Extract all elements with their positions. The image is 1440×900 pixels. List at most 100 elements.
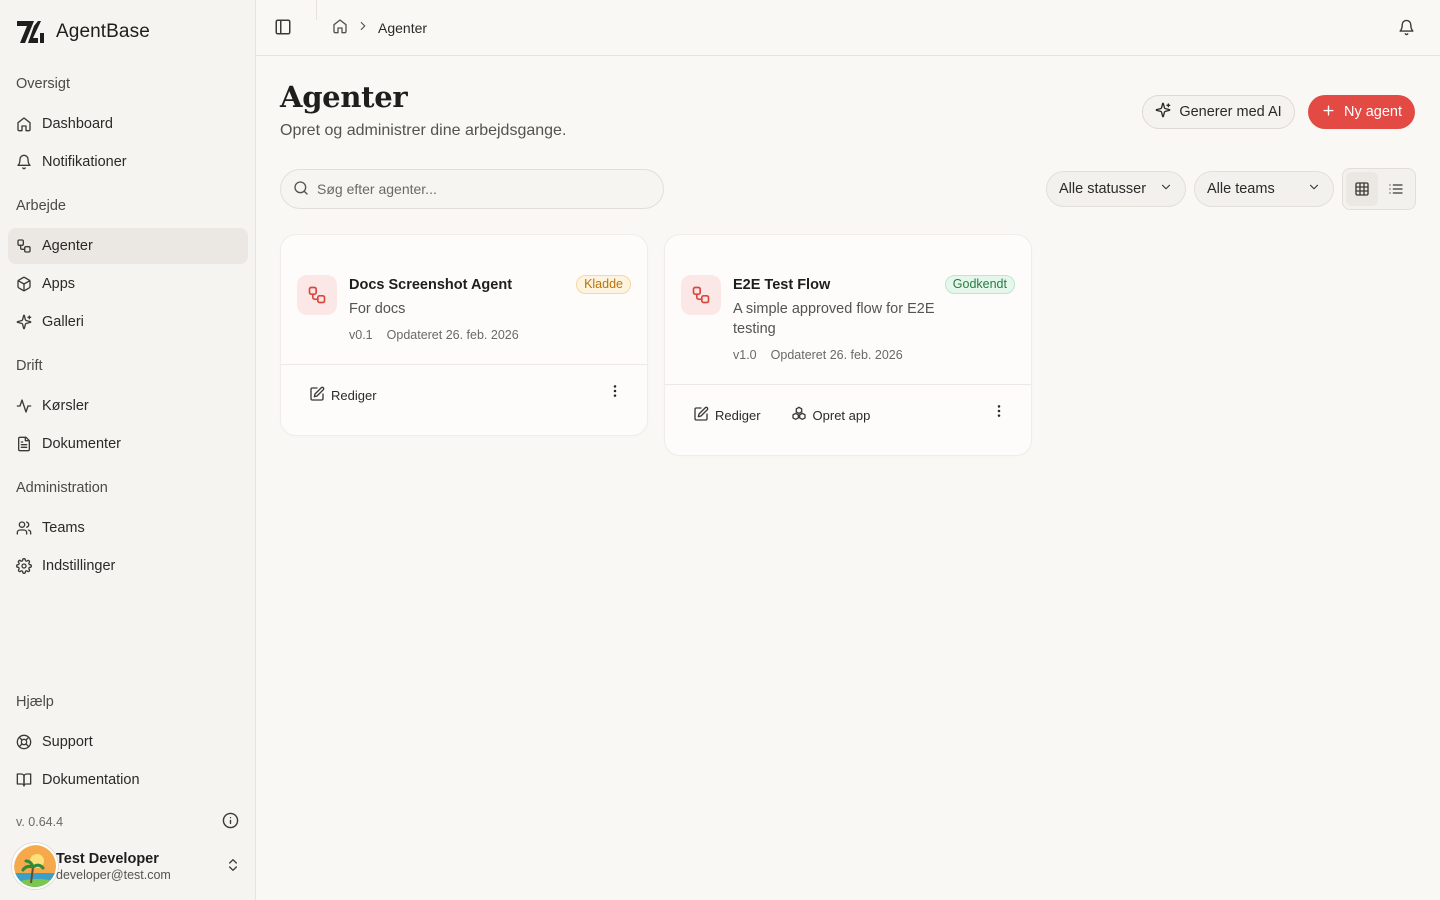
users-icon	[16, 520, 32, 536]
sidebar-item-dokumenter[interactable]: Dokumenter	[8, 426, 248, 462]
agent-card-footer: Rediger Opret app	[665, 384, 1031, 456]
edit-label: Rediger	[715, 408, 761, 423]
brand-name: AgentBase	[56, 21, 150, 42]
sidebar-item-korsler[interactable]: Kørsler	[8, 388, 248, 424]
agent-version: v0.1	[349, 328, 373, 342]
user-meta: Test Developer developer@test.com	[56, 851, 225, 882]
page-subtitle: Opret og administrer dine arbejdsgange.	[280, 122, 567, 139]
more-vertical-icon[interactable]	[989, 401, 1009, 421]
create-app-button[interactable]: Opret app	[791, 398, 871, 434]
generate-with-ai-button[interactable]: Generer med AI	[1142, 95, 1295, 129]
sidebar-item-dashboard[interactable]: Dashboard	[8, 106, 248, 142]
agent-card-meta: v1.0 Opdateret 26. feb. 2026	[733, 348, 1015, 362]
version-row: v. 0.64.4	[16, 812, 239, 832]
plus-icon	[1321, 103, 1336, 122]
topbar: Agenter	[256, 0, 1440, 56]
new-agent-button[interactable]: Ny agent	[1308, 95, 1415, 129]
create-app-label: Opret app	[812, 408, 871, 423]
chevrons-up-down-icon	[225, 857, 241, 876]
status-filter-value: Alle statusser	[1059, 181, 1147, 197]
sparkles-icon	[1155, 102, 1171, 122]
settings-icon	[16, 558, 32, 574]
user-menu[interactable]: Test Developer developer@test.com	[12, 842, 241, 890]
sidebar-item-label: Dokumenter	[42, 436, 121, 452]
file-text-icon	[16, 436, 32, 452]
agent-card[interactable]: Docs Screenshot Agent Kladde For docs v0…	[280, 234, 648, 436]
chevron-right-icon	[356, 19, 370, 36]
avatar	[12, 843, 58, 889]
sidebar-item-label: Galleri	[42, 314, 84, 330]
agent-card-description: For docs	[349, 301, 406, 317]
grid-view-icon[interactable]	[1346, 172, 1378, 206]
list-view-icon[interactable]	[1380, 172, 1412, 206]
new-agent-label: Ny agent	[1343, 104, 1403, 120]
generate-with-ai-label: Generer med AI	[1179, 104, 1282, 120]
nav-group-title: Administration	[16, 480, 108, 496]
info-icon[interactable]	[222, 812, 239, 832]
view-toggle	[1342, 168, 1416, 210]
nav-group-title: Hjælp	[16, 694, 54, 710]
sidebar-item-teams[interactable]: Teams	[8, 510, 248, 546]
nav-group-drift: Drift Kørsler Dokumenter	[8, 354, 248, 464]
sparkles-icon	[16, 314, 32, 330]
chevron-down-icon	[1307, 180, 1321, 198]
nav-group-arbejde: Arbejde Agenter Apps Galleri	[8, 194, 248, 342]
edit-button[interactable]: Rediger	[693, 398, 761, 434]
nav-group-administration: Administration Teams Indstillinger	[8, 476, 248, 586]
sidebar-item-dokumentation[interactable]: Dokumentation	[8, 762, 248, 798]
search-icon	[293, 180, 309, 199]
sidebar-item-label: Kørsler	[42, 398, 89, 414]
status-badge: Godkendt	[944, 275, 1015, 294]
nav-group-title: Oversigt	[16, 76, 70, 92]
activity-icon	[16, 398, 32, 414]
agent-card-body: Docs Screenshot Agent Kladde For docs v0…	[281, 235, 647, 364]
agentbase-logo-icon	[16, 18, 48, 46]
main-content: Agenter Agenter Opret og administrer din…	[256, 0, 1440, 900]
sidebar-item-label: Agenter	[42, 238, 93, 254]
sidebar-item-notifikationer[interactable]: Notifikationer	[8, 144, 248, 180]
search-input[interactable]	[317, 181, 647, 197]
status-filter-select[interactable]: Alle statusser	[1046, 171, 1186, 207]
home-icon	[16, 116, 32, 132]
nav-group-title: Arbejde	[16, 198, 66, 214]
sidebar-item-agenter[interactable]: Agenter	[8, 228, 248, 264]
sidebar-item-label: Notifikationer	[42, 154, 127, 170]
edit-button[interactable]: Rediger	[309, 378, 377, 414]
agent-updated: Opdateret 26. feb. 2026	[386, 328, 519, 342]
teams-filter-select[interactable]: Alle teams	[1194, 171, 1334, 207]
agent-card-description: A simple approved flow for E2E testing	[733, 301, 935, 337]
teams-filter-value: Alle teams	[1207, 181, 1275, 197]
topbar-divider	[316, 0, 317, 20]
search-box	[280, 169, 664, 209]
sidebar-item-label: Indstillinger	[42, 558, 116, 574]
boxes-icon	[791, 406, 807, 425]
status-badge: Kladde	[576, 275, 631, 294]
agent-card-body: E2E Test Flow Godkendt A simple approved…	[665, 235, 1031, 384]
edit-icon	[693, 406, 709, 425]
sidebar-item-label: Support	[42, 734, 93, 750]
edit-label: Rediger	[331, 388, 377, 403]
page-title: Agenter	[280, 80, 408, 114]
workflow-icon	[681, 275, 721, 315]
agent-card[interactable]: E2E Test Flow Godkendt A simple approved…	[664, 234, 1032, 456]
brand[interactable]: AgentBase	[16, 18, 150, 46]
home-icon[interactable]	[332, 18, 348, 37]
breadcrumb-current: Agenter	[378, 19, 428, 36]
app-version: v. 0.64.4	[16, 815, 64, 829]
box-icon	[16, 276, 32, 292]
sidebar-item-indstillinger[interactable]: Indstillinger	[8, 548, 248, 584]
breadcrumb: Agenter	[332, 18, 427, 37]
notifications-bell-icon[interactable]	[1398, 19, 1415, 39]
sidebar-toggle-icon[interactable]	[274, 18, 294, 38]
agent-card-meta: v0.1 Opdateret 26. feb. 2026	[349, 328, 631, 342]
sidebar-item-galleri[interactable]: Galleri	[8, 304, 248, 340]
workflow-icon	[297, 275, 337, 315]
bell-icon	[16, 154, 32, 170]
sidebar-item-support[interactable]: Support	[8, 724, 248, 760]
workflow-icon	[16, 238, 32, 254]
more-vertical-icon[interactable]	[605, 381, 625, 401]
chevron-down-icon	[1159, 180, 1173, 198]
sidebar-item-apps[interactable]: Apps	[8, 266, 248, 302]
edit-icon	[309, 386, 325, 405]
sidebar: AgentBase Oversigt Dashboard Notifikatio…	[0, 0, 256, 900]
